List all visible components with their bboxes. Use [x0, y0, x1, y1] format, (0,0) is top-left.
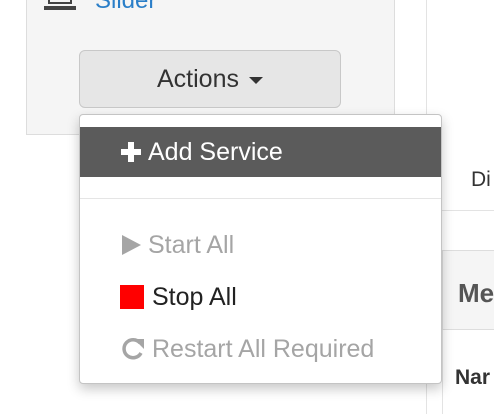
- laptop-icon: [43, 0, 77, 14]
- sidebar-item-slider[interactable]: Slider: [43, 0, 156, 16]
- sidebar-item-label[interactable]: Slider: [95, 0, 156, 15]
- caret-down-icon: [248, 76, 263, 84]
- menu-item-label: Start All: [148, 230, 235, 259]
- menu-item-stop-all[interactable]: Stop All: [80, 272, 441, 322]
- table-header-fragment: Nar: [455, 366, 491, 389]
- menu-item-label: Add Service: [148, 137, 283, 166]
- actions-button[interactable]: Actions: [79, 50, 341, 108]
- refresh-icon: [120, 336, 146, 362]
- panel-heading-fragment: Me: [458, 278, 494, 308]
- table-divider: [442, 330, 443, 414]
- actions-button-label: Actions: [157, 64, 239, 93]
- menu-item-add-service[interactable]: Add Service: [80, 127, 441, 177]
- column-fragment-di: Di: [471, 168, 491, 191]
- menu-item-label: Stop All: [152, 282, 237, 311]
- menu-item-label: Restart All Required: [152, 334, 375, 363]
- plus-icon: [120, 141, 142, 163]
- play-icon: [120, 234, 142, 256]
- content-rule: [442, 210, 494, 211]
- stop-icon: [120, 285, 144, 309]
- screen: Di Me Nar Slider Actions Add Service Sta…: [0, 0, 494, 414]
- menu-item-start-all[interactable]: Start All: [80, 220, 441, 270]
- menu-divider: [80, 198, 441, 199]
- menu-item-restart-all-required[interactable]: Restart All Required: [80, 324, 441, 374]
- actions-dropdown-menu: Add Service Start All Stop All Restart A…: [79, 114, 442, 384]
